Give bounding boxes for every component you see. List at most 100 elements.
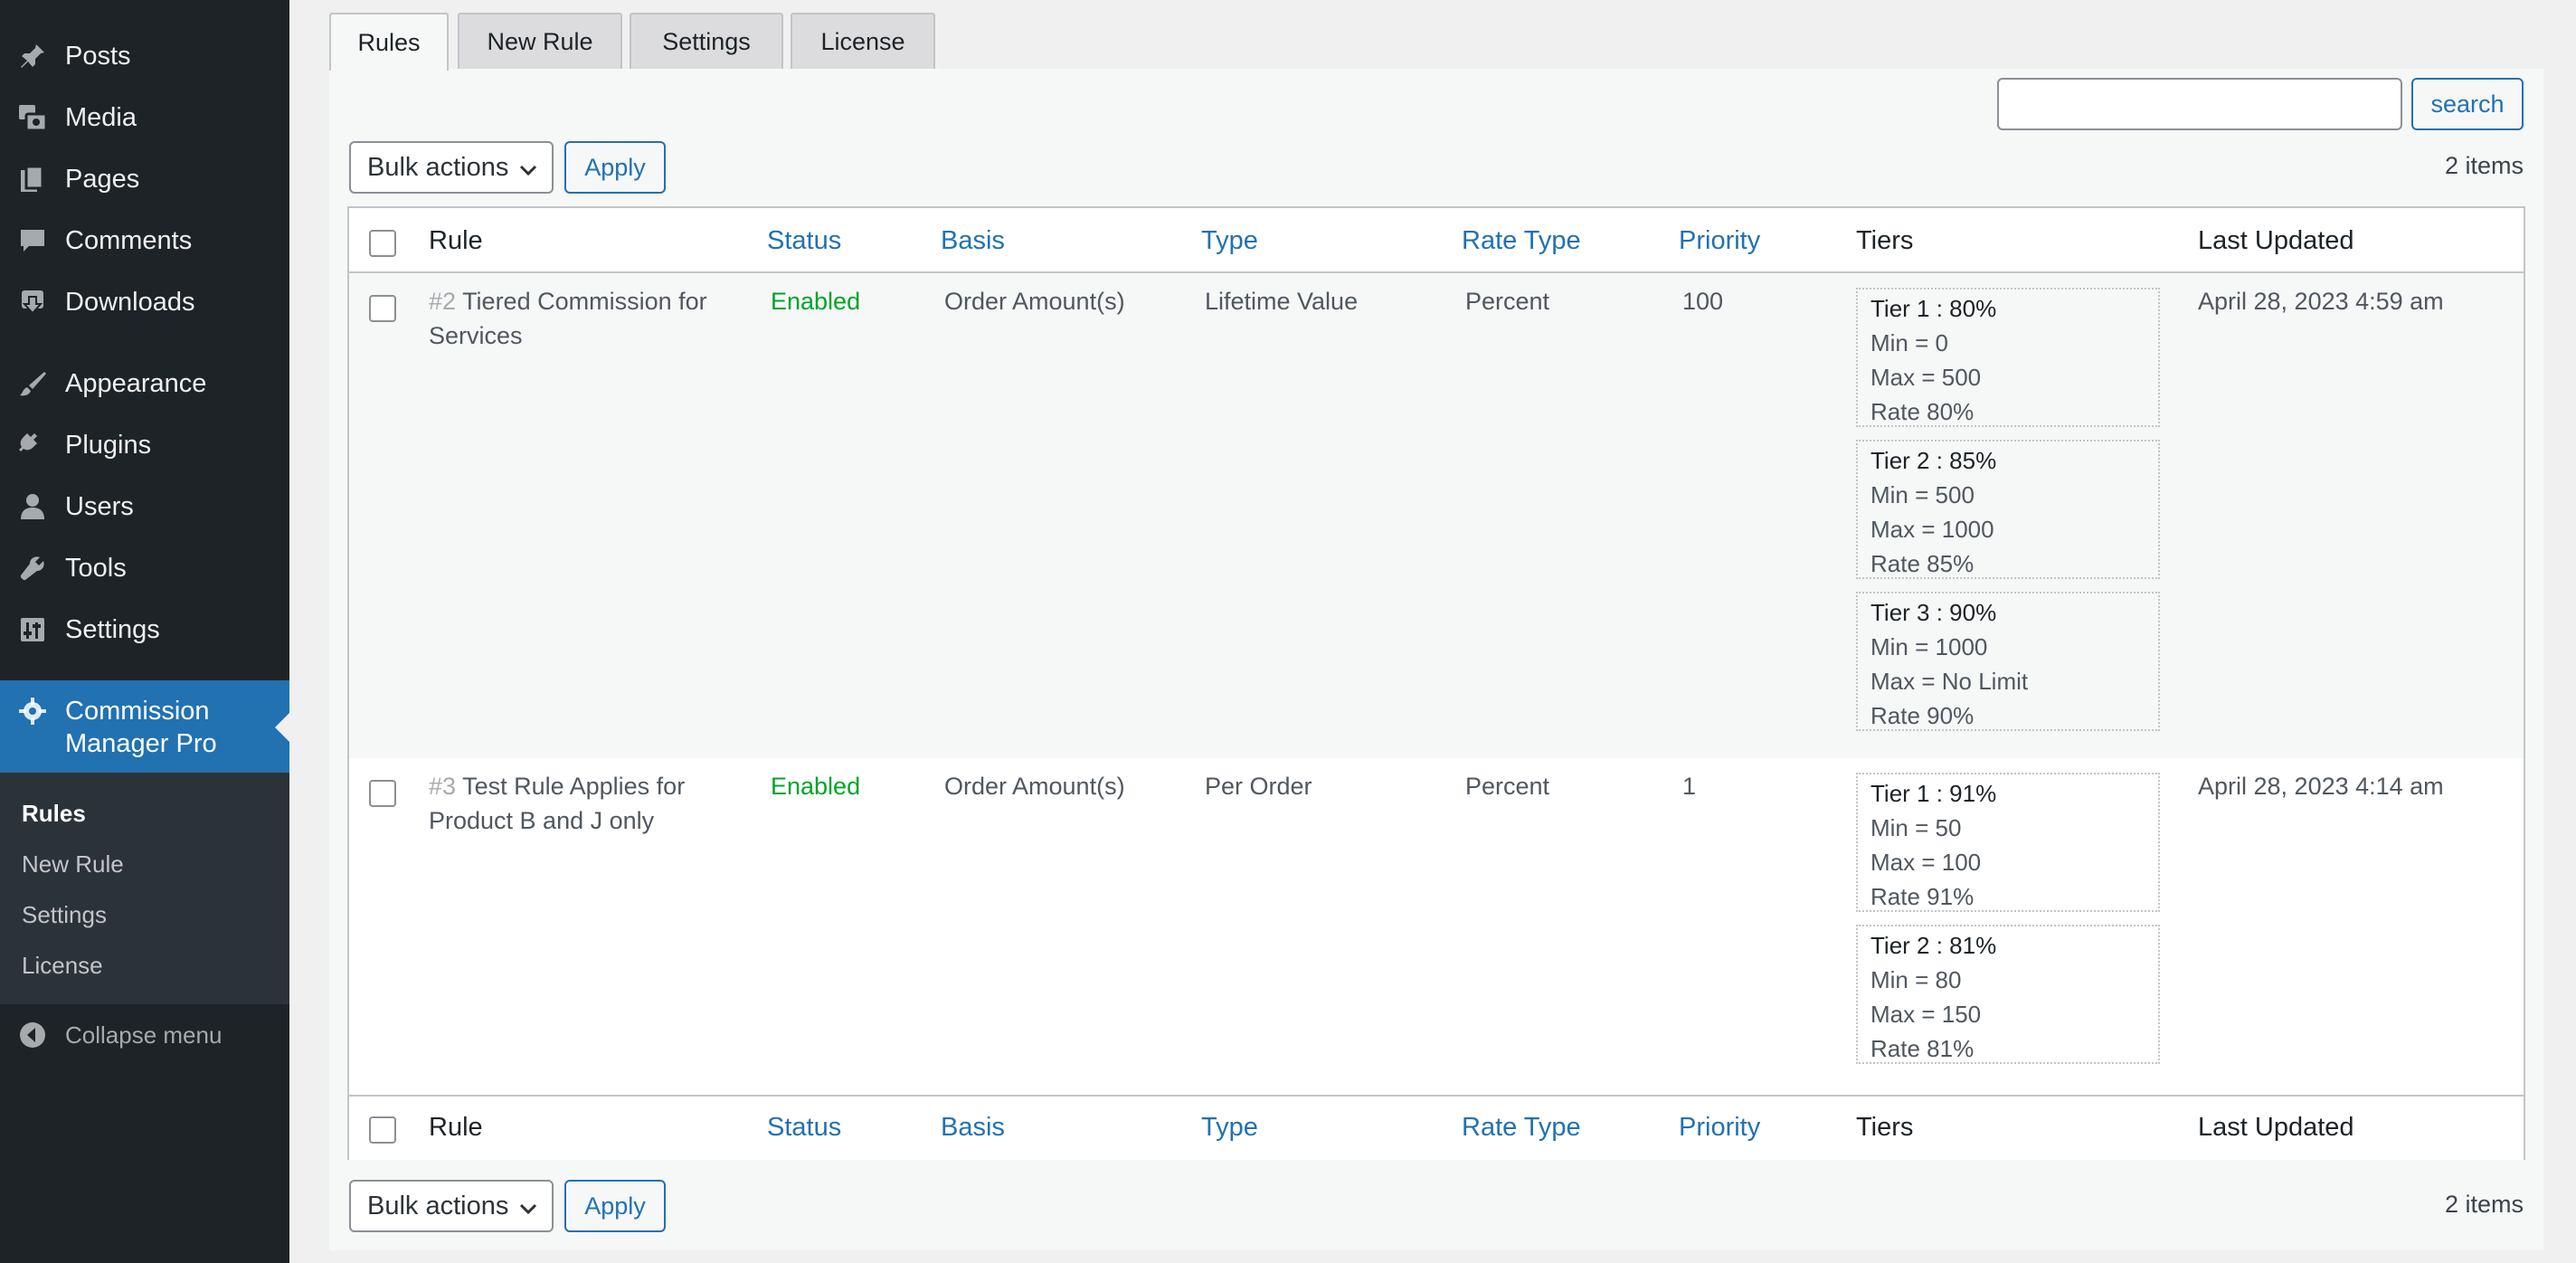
rate-type-value: Percent (1465, 288, 1550, 315)
tier-min: Min = 50 (1870, 814, 1962, 841)
search-input[interactable] (1997, 78, 2402, 130)
row-checkbox[interactable] (369, 780, 396, 807)
table-row: #2 Tiered Commission for Services Enable… (349, 273, 2524, 758)
rule-name[interactable]: #3 Test Rule Applies for Product B and J… (429, 769, 685, 838)
last-updated-value: April 28, 2023 4:59 am (2198, 288, 2444, 315)
sidebar-item-downloads[interactable]: Downloads (0, 271, 289, 333)
column-priority[interactable]: Priority (1679, 1113, 1760, 1143)
sidebar-item-plugins[interactable]: Plugins (0, 414, 289, 476)
column-last-updated: Last Updated (2198, 1113, 2354, 1142)
column-type[interactable]: Type (1201, 1113, 1258, 1143)
pages-icon (16, 163, 49, 195)
column-rate-type[interactable]: Rate Type (1462, 1113, 1581, 1143)
collapse-menu-button[interactable]: Collapse menu (0, 1010, 289, 1060)
column-priority[interactable]: Priority (1679, 226, 1760, 256)
row-checkbox[interactable] (369, 295, 396, 322)
apply-button[interactable]: Apply (564, 141, 666, 194)
sidebar-current-label-line1: Commission (65, 697, 210, 726)
tier-title: Tier 3 : 90% (1870, 599, 1997, 626)
apply-button-bottom[interactable]: Apply (564, 1180, 666, 1232)
tab-settings[interactable]: Settings (630, 13, 783, 69)
column-status[interactable]: Status (767, 226, 841, 256)
tier-title: Tier 1 : 91% (1870, 780, 1997, 807)
brush-icon (16, 367, 49, 400)
chevron-down-icon (519, 1203, 537, 1215)
status-value: Enabled (771, 773, 861, 800)
tier-rate: Rate 85% (1870, 550, 1975, 577)
wrench-icon (16, 552, 49, 584)
sidebar-item-label: Pages (65, 164, 140, 194)
tier-min: Min = 0 (1870, 329, 1948, 356)
sidebar-item-label: Comments (65, 225, 193, 255)
column-status[interactable]: Status (767, 1113, 841, 1143)
sidebar-item-label: Plugins (65, 430, 152, 460)
rate-type-value: Percent (1465, 773, 1550, 800)
sidebar-item-comments[interactable]: Comments (0, 210, 289, 271)
rule-name-line1: Test Rule Applies for (462, 773, 686, 800)
chevron-down-icon (519, 165, 537, 176)
submenu-item-settings[interactable]: Settings (22, 901, 107, 929)
tier-box: Tier 1 : 91% Min = 50 Max = 100 Rate 91% (1856, 773, 2160, 912)
sidebar-item-label: Media (65, 102, 137, 132)
status-value: Enabled (771, 288, 861, 315)
sidebar-item-pages[interactable]: Pages (0, 148, 289, 210)
sidebar-item-tools[interactable]: Tools (0, 537, 289, 599)
sidebar-current-label-line2: Manager Pro (65, 729, 217, 758)
select-all-checkbox[interactable] (369, 230, 396, 257)
tab-rules[interactable]: Rules (329, 13, 449, 71)
rule-id: #2 (429, 288, 457, 315)
sidebar-item-label: Posts (65, 41, 131, 71)
items-count-bottom: 2 items (2444, 1191, 2524, 1218)
tier-max: Max = No Limit (1870, 668, 2029, 695)
tier-rate: Rate 91% (1870, 883, 1975, 910)
tier-title: Tier 1 : 80% (1870, 295, 1997, 322)
sidebar-item-settings[interactable]: Settings (0, 599, 289, 660)
type-value: Per Order (1205, 773, 1312, 800)
priority-value: 1 (1682, 773, 1697, 800)
collapse-menu-label: Collapse menu (65, 1021, 223, 1049)
basis-value: Order Amount(s) (944, 773, 1125, 800)
column-type[interactable]: Type (1201, 226, 1258, 256)
rule-name-line2: Services (429, 322, 523, 349)
table-footer: Rule Status Basis Type Rate Type Priorit… (349, 1095, 2524, 1160)
column-tiers: Tiers (1856, 226, 1914, 255)
submenu-item-rules[interactable]: Rules (22, 800, 86, 828)
rule-name[interactable]: #2 Tiered Commission for Services (429, 284, 707, 353)
tier-box: Tier 1 : 80% Min = 0 Max = 500 Rate 80% (1856, 288, 2160, 427)
tier-rate: Rate 90% (1870, 702, 1975, 729)
tier-max: Max = 1000 (1870, 516, 1994, 543)
plug-icon (16, 429, 49, 461)
tab-license[interactable]: License (791, 13, 935, 69)
bulk-actions-select-bottom[interactable]: Bulk actions (349, 1180, 554, 1232)
column-basis[interactable]: Basis (941, 1113, 1005, 1143)
bulk-actions-select[interactable]: Bulk actions (349, 141, 554, 194)
sidebar-item-posts[interactable]: Posts (0, 25, 289, 87)
tier-title: Tier 2 : 81% (1870, 932, 1997, 959)
submenu-item-license[interactable]: License (22, 952, 103, 980)
column-basis[interactable]: Basis (941, 226, 1005, 256)
rule-name-line2: Product B and J only (429, 807, 655, 834)
select-all-checkbox-footer[interactable] (369, 1116, 396, 1144)
collapse-arrow-icon (16, 1019, 49, 1051)
comments-icon (16, 224, 49, 257)
sidebar-item-commission-manager-pro[interactable]: Commission Manager Pro (0, 680, 289, 773)
items-count: 2 items (2444, 152, 2524, 179)
last-updated-value: April 28, 2023 4:14 am (2198, 773, 2444, 800)
column-last-updated: Last Updated (2198, 226, 2354, 255)
tier-rate: Rate 80% (1870, 398, 1975, 425)
sidebar-item-appearance[interactable]: Appearance (0, 353, 289, 414)
sidebar-item-media[interactable]: Media (0, 87, 289, 148)
column-rate-type[interactable]: Rate Type (1462, 226, 1581, 256)
tier-box: Tier 2 : 85% Min = 500 Max = 1000 Rate 8… (1856, 440, 2160, 579)
sidebar-item-label: Users (65, 491, 134, 521)
sidebar-item-users[interactable]: Users (0, 476, 289, 537)
basis-value: Order Amount(s) (944, 288, 1125, 315)
tab-new-rule[interactable]: New Rule (458, 13, 622, 69)
pin-icon (16, 40, 49, 72)
submenu-item-new-rule[interactable]: New Rule (22, 850, 124, 878)
admin-sidebar: Posts Media Pages Comments Downloads App… (0, 0, 289, 1263)
type-value: Lifetime Value (1205, 288, 1359, 315)
tier-min: Min = 1000 (1870, 633, 1988, 660)
search-button[interactable]: search (2411, 78, 2524, 130)
gear-icon (16, 695, 49, 727)
